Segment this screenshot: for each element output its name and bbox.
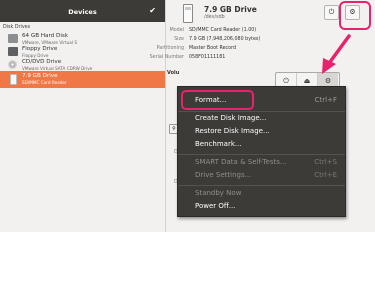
arrow-shaft (328, 34, 351, 64)
annotation-arrow (322, 34, 351, 74)
arrow-head (322, 58, 336, 74)
